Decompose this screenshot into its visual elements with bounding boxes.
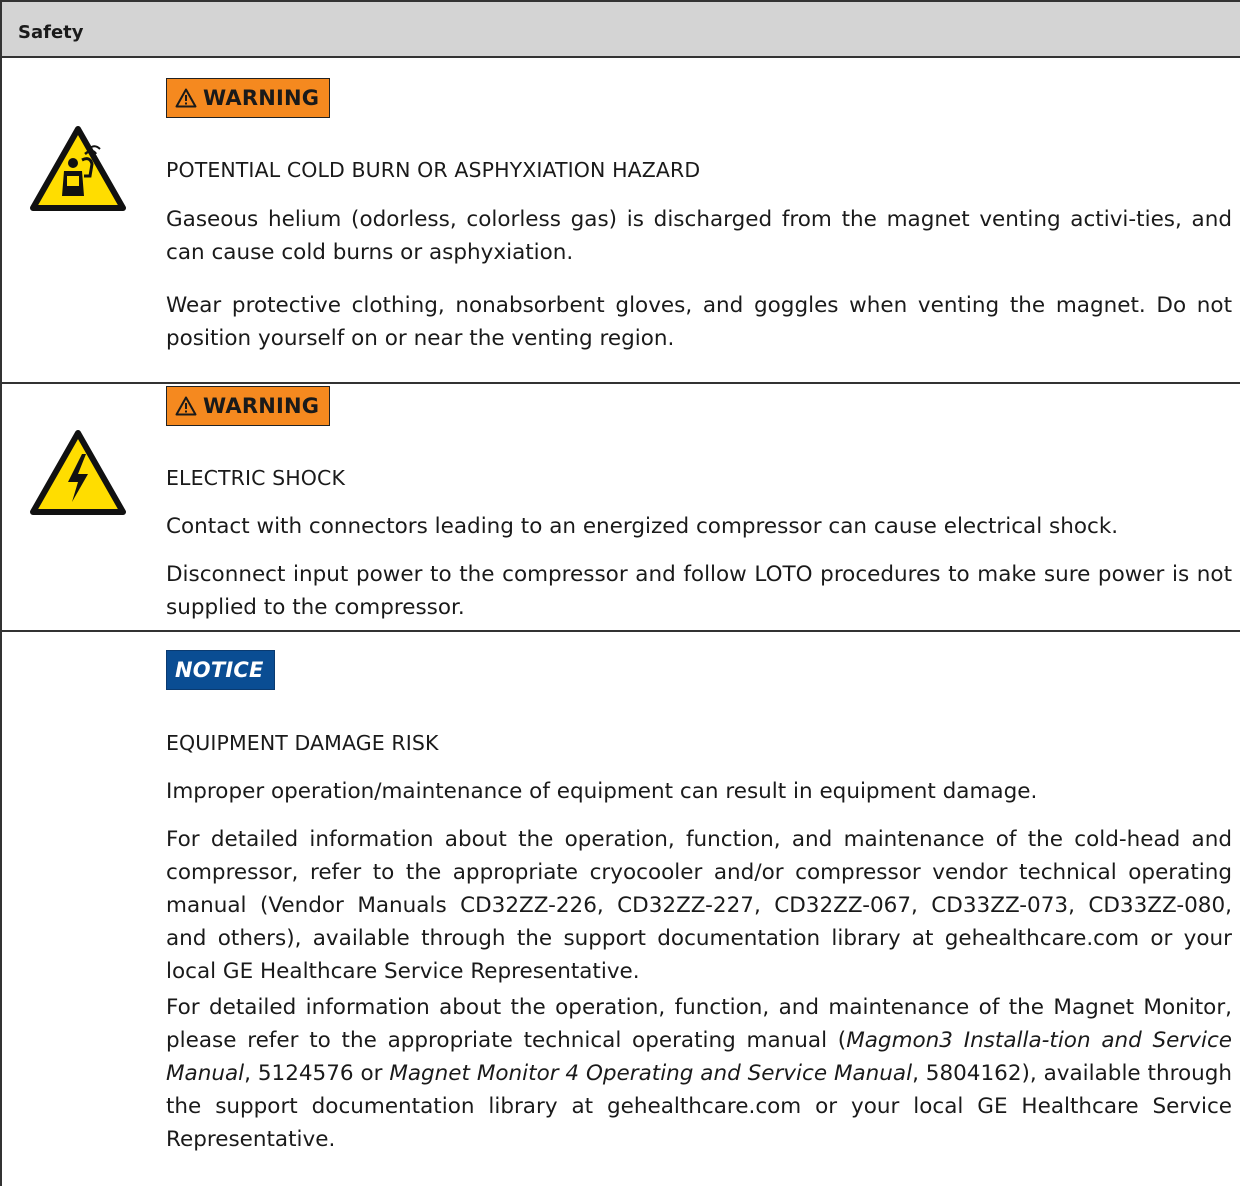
asphyxiation-hazard-icon [30,126,126,211]
hazard-avoidance: Disconnect input power to the compressor… [166,562,1232,620]
hazard-description: Contact with connectors leading to an en… [166,514,1119,539]
warning-section-cold-burn: WARNING POTENTIAL COLD BURN OR ASPHYXIAT… [2,58,1240,384]
signal-word: WARNING [203,394,320,418]
hazard-title: POTENTIAL COLD BURN OR ASPHYXIATION HAZA… [166,158,701,182]
warning-section-electric-shock: WARNING ELECTRIC SHOCK Contact with conn… [2,384,1240,632]
ref-text-2: , 5124576 or [244,1061,390,1086]
signal-word: NOTICE [175,658,264,682]
warning-badge: WARNING [166,386,331,426]
vendor-manual-reference: For detailed information about the opera… [166,827,1232,984]
hazard-description: Gaseous helium (odorless, colorless gas)… [166,207,1232,265]
electric-shock-hazard-icon [30,430,126,515]
notice-section-equipment-damage: NOTICE EQUIPMENT DAMAGE RISK Improper op… [2,632,1240,1186]
table-header-title: Safety [18,22,84,43]
hazard-title: ELECTRIC SHOCK [166,466,346,490]
hazard-description: Improper operation/maintenance of equipm… [166,779,1038,804]
safety-table: Safety WARNING POTENTIAL COLD BURN OR AS… [0,0,1240,1186]
alert-triangle-icon [175,396,197,416]
hazard-avoidance: Wear protective clothing, nonabsorbent g… [166,293,1232,351]
alert-triangle-icon [175,88,197,108]
magnet-monitor-reference: For detailed information about the opera… [166,991,1232,1156]
hazard-title: EQUIPMENT DAMAGE RISK [166,731,439,755]
notice-badge: NOTICE [166,650,275,690]
warning-badge: WARNING [166,78,331,118]
manual-title-magnet-monitor-4: Magnet Monitor 4 Operating and Service M… [389,1061,913,1086]
signal-word: WARNING [203,86,320,110]
table-header: Safety [2,0,1240,58]
